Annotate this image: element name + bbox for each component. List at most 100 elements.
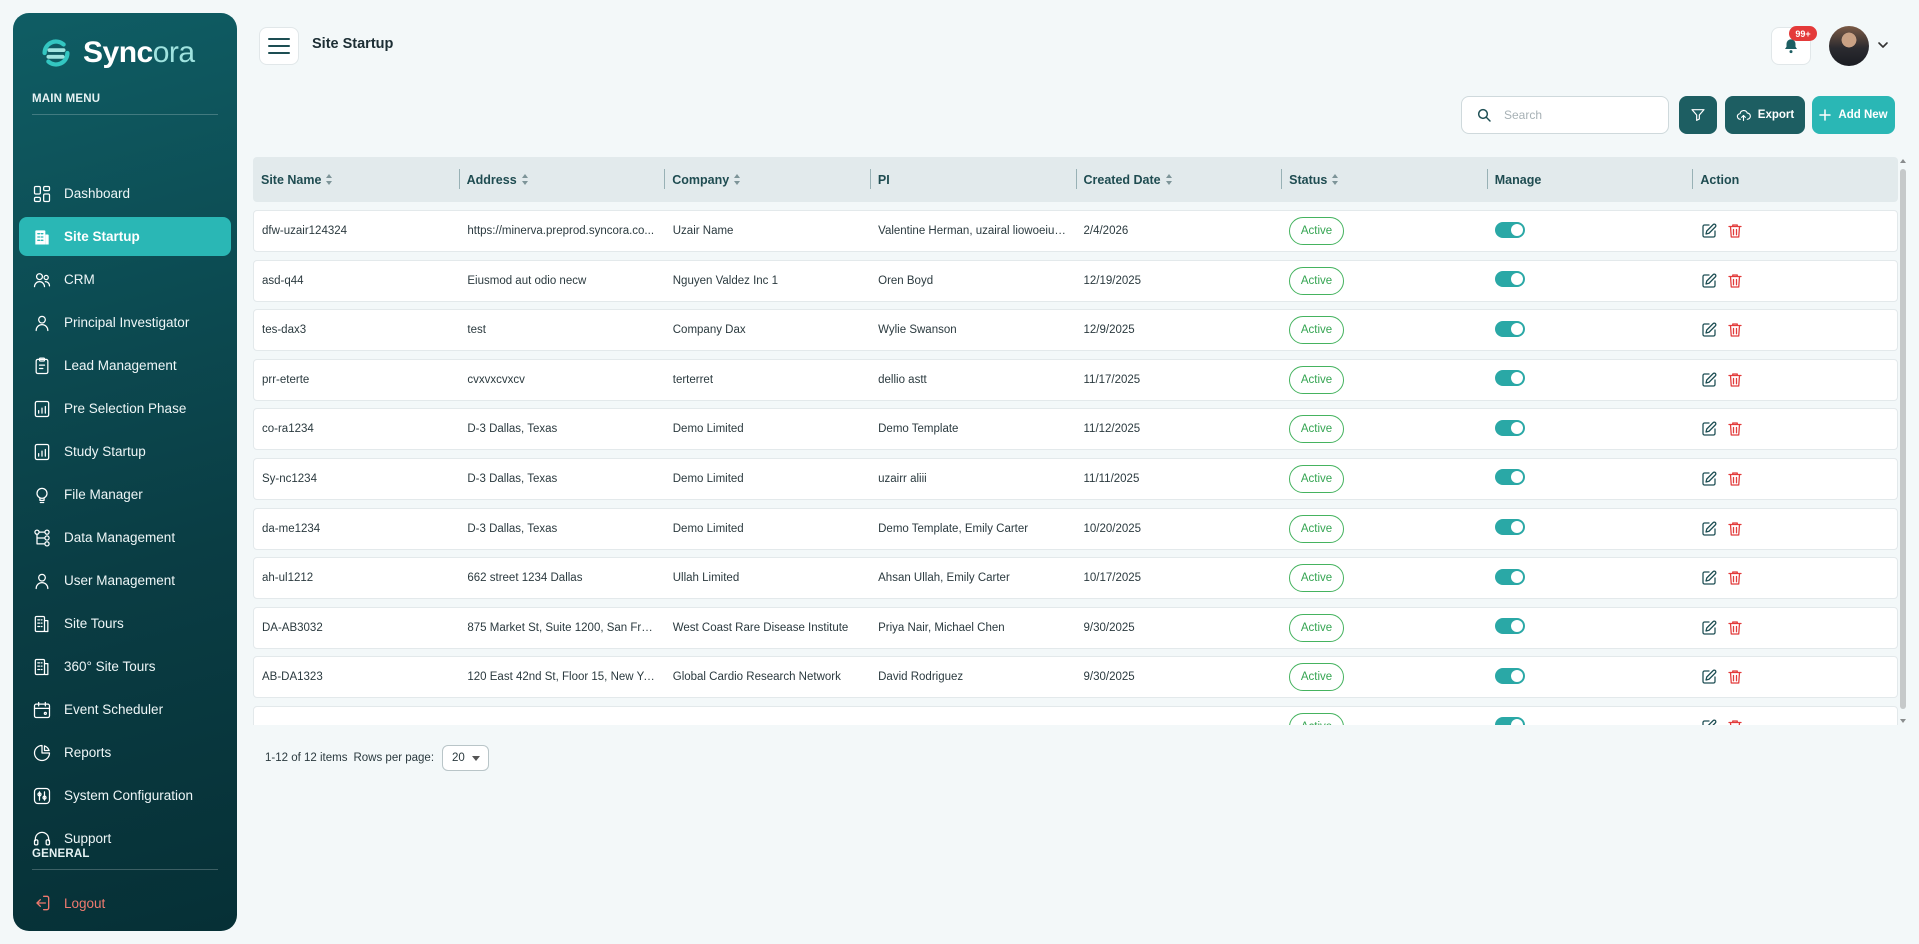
column-header-status[interactable]: Status (1281, 157, 1487, 202)
headset-icon (33, 831, 51, 845)
filter-button[interactable] (1679, 96, 1717, 134)
edit-icon[interactable] (1700, 718, 1718, 725)
site-tour-icon (34, 615, 49, 632)
manage-toggle[interactable] (1495, 419, 1526, 436)
sort-icon[interactable] (326, 174, 333, 185)
edit-icon[interactable] (1700, 470, 1718, 488)
edit-icon[interactable] (1700, 619, 1718, 637)
table-row: da-me1234 D-3 Dallas, Texas Demo Limited De… (253, 507, 1898, 550)
edit-icon[interactable] (1700, 371, 1718, 389)
sidebar-item-lead-management[interactable]: Lead Management (19, 346, 231, 385)
cell-pi: David Rodriguez (878, 671, 964, 684)
delete-icon[interactable] (1726, 569, 1744, 587)
manage-toggle[interactable] (1495, 271, 1526, 288)
table-row: dfw-uzair124324 https://minerva.preprod.s… (253, 210, 1898, 252)
delete-icon[interactable] (1726, 470, 1744, 488)
general-label: GENERAL (32, 848, 90, 860)
manage-toggle[interactable] (1495, 568, 1526, 585)
edit-icon[interactable] (1700, 420, 1718, 438)
delete-icon[interactable] (1726, 371, 1744, 389)
edit-icon[interactable] (1700, 272, 1718, 290)
table-scrollbar[interactable] (1899, 157, 1907, 725)
cell-action (1692, 321, 1897, 339)
scroll-thumb[interactable] (1900, 169, 1906, 709)
sort-icon[interactable] (1165, 174, 1173, 185)
cell-address: cvxvxcvxcv (467, 373, 525, 386)
cell-created-date: 10/20/2025 (1083, 522, 1142, 535)
sort-icon[interactable] (521, 174, 529, 185)
search-input[interactable] (1504, 108, 1644, 122)
delete-icon[interactable] (1726, 520, 1744, 538)
edit-icon[interactable] (1700, 668, 1718, 686)
sidebar-item-study-startup[interactable]: Study Startup (19, 432, 231, 471)
cell-status: Active (1281, 564, 1486, 593)
sidebar-item-360-site-tours[interactable]: 360° Site Tours (19, 647, 231, 686)
sidebar-item-user-management[interactable]: User Management (19, 561, 231, 600)
manage-toggle[interactable] (1495, 717, 1526, 725)
manage-toggle[interactable] (1495, 667, 1526, 684)
sidebar-item-reports[interactable]: Reports (19, 733, 231, 772)
sidebar-item-site-startup[interactable]: Site Startup (19, 217, 231, 256)
cell-address: Eiusmod aut odio necw (467, 274, 587, 287)
edit-icon[interactable] (1700, 569, 1718, 587)
cell-status: Active (1281, 217, 1486, 245)
cell-site-name: tes-dax3 (262, 324, 307, 337)
cell-action (1692, 371, 1897, 389)
scroll-down-arrow[interactable] (1900, 719, 1906, 723)
logout-button[interactable]: Logout (32, 893, 105, 913)
sidebar-item-principal-investigator[interactable]: Principal Investigator (19, 303, 231, 342)
column-header-label: Company (672, 172, 730, 187)
delete-icon[interactable] (1726, 272, 1744, 290)
sidebar-item-crm[interactable]: CRM (19, 260, 231, 299)
sidebar-item-dashboard[interactable]: Dashboard (19, 174, 231, 213)
delete-icon[interactable] (1726, 222, 1744, 240)
sidebar-item-site-tours[interactable]: Site Tours (19, 604, 231, 643)
column-header-pi: PI (869, 157, 1076, 202)
cell-pi: Ahsan Ullah, Emily Carter (878, 572, 1010, 585)
manage-toggle[interactable] (1495, 519, 1526, 536)
sidebar-item-pre-selection-phase[interactable]: Pre Selection Phase (19, 389, 231, 428)
rows-per-page-label: Rows per page: (353, 752, 435, 764)
delete-icon[interactable] (1726, 619, 1744, 637)
scroll-up-arrow[interactable] (1900, 159, 1906, 163)
edit-icon[interactable] (1700, 520, 1718, 538)
column-header-company[interactable]: Company (664, 157, 870, 202)
delete-icon[interactable] (1726, 718, 1744, 725)
cell-pi: Demo Template, Emily Carter (878, 522, 1029, 535)
column-header-address[interactable]: Address (458, 157, 665, 202)
rows-per-page-select[interactable]: 20 (442, 745, 490, 771)
delete-icon[interactable] (1726, 668, 1744, 686)
sidebar-item-event-scheduler[interactable]: Event Scheduler (19, 690, 231, 729)
sort-icon[interactable] (734, 174, 741, 185)
edit-icon[interactable] (1700, 321, 1718, 339)
cell-created-date: 12/19/2025 (1083, 274, 1142, 287)
chevron-down-icon[interactable] (1876, 38, 1890, 52)
manage-toggle[interactable] (1495, 618, 1526, 635)
syncora-logo-icon (42, 39, 70, 67)
export-button[interactable]: Export (1725, 96, 1805, 134)
column-header-site-name[interactable]: Site Name (253, 157, 459, 202)
sidebar-item-label: Pre Selection Phase (64, 401, 187, 416)
cell-manage (1486, 667, 1691, 687)
sidebar-item-system-configuration[interactable]: System Configuration (19, 776, 231, 815)
cell-status: Active (1281, 663, 1486, 692)
sidebar-item-file-manager[interactable]: File Manager (19, 475, 231, 514)
manage-toggle[interactable] (1495, 469, 1526, 486)
cell-company: Demo Limited (672, 472, 744, 485)
manage-toggle[interactable] (1495, 221, 1526, 238)
menu-toggle-button[interactable] (259, 27, 299, 65)
cell-address: D-3 Dallas, Texas (467, 472, 558, 485)
add-new-button[interactable]: Add New (1812, 96, 1895, 134)
avatar[interactable] (1829, 26, 1869, 66)
edit-icon[interactable] (1700, 222, 1718, 240)
delete-icon[interactable] (1726, 321, 1744, 339)
manage-toggle[interactable] (1495, 370, 1526, 387)
table-row: AB-DA1323 120 East 42nd St, Floor 15, New… (253, 656, 1898, 699)
delete-icon[interactable] (1726, 420, 1744, 438)
cell-site-name: da-me1234 (262, 522, 321, 535)
cell-manage (1486, 320, 1691, 340)
column-header-created-date[interactable]: Created Date (1075, 157, 1282, 202)
sidebar-item-data-management[interactable]: Data Management (19, 518, 231, 557)
manage-toggle[interactable] (1495, 320, 1526, 337)
sort-icon[interactable] (1332, 174, 1339, 185)
